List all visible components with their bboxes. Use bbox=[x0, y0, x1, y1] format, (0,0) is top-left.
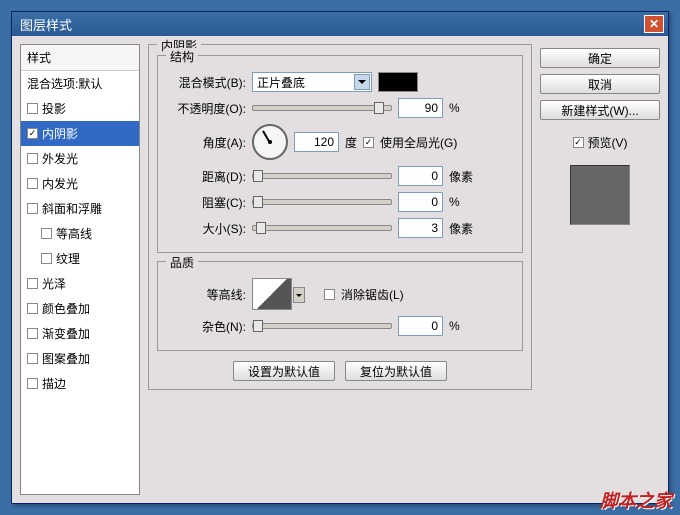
layer-style-dialog: 图层样式 ✕ 样式 混合选项:默认 投影 内阴影 外发光 内发光 斜面和浮雕 等… bbox=[11, 11, 669, 504]
angle-label: 角度(A): bbox=[166, 134, 246, 151]
shadow-color-swatch[interactable] bbox=[378, 72, 418, 92]
distance-slider[interactable] bbox=[252, 173, 392, 179]
checkbox-icon[interactable] bbox=[41, 228, 52, 239]
watermark-text: 脚本之家 bbox=[600, 487, 672, 513]
sidebar-item-inner-glow[interactable]: 内发光 bbox=[21, 171, 139, 196]
reset-default-button[interactable]: 复位为默认值 bbox=[345, 361, 447, 381]
settings-panel: 内阴影 结构 混合模式(B): 正片叠底 不透明度(O): % bbox=[148, 44, 532, 495]
global-light-checkbox[interactable] bbox=[363, 137, 374, 148]
blend-mode-label: 混合模式(B): bbox=[166, 74, 246, 91]
checkbox-icon[interactable] bbox=[27, 328, 38, 339]
choke-slider[interactable] bbox=[252, 199, 392, 205]
checkbox-icon[interactable] bbox=[27, 178, 38, 189]
size-slider[interactable] bbox=[252, 225, 392, 231]
slider-thumb[interactable] bbox=[253, 320, 263, 332]
sidebar-item-pattern-overlay[interactable]: 图案叠加 bbox=[21, 346, 139, 371]
distance-input[interactable] bbox=[398, 166, 443, 186]
noise-unit: % bbox=[449, 319, 460, 333]
checkbox-icon[interactable] bbox=[27, 353, 38, 364]
checkbox-icon[interactable] bbox=[27, 153, 38, 164]
structure-group: 结构 混合模式(B): 正片叠底 不透明度(O): % 角度(A): bbox=[157, 55, 523, 253]
sidebar-item-color-overlay[interactable]: 颜色叠加 bbox=[21, 296, 139, 321]
styles-sidebar: 样式 混合选项:默认 投影 内阴影 外发光 内发光 斜面和浮雕 等高线 纹理 光… bbox=[20, 44, 140, 495]
sidebar-item-outer-glow[interactable]: 外发光 bbox=[21, 146, 139, 171]
new-style-button[interactable]: 新建样式(W)... bbox=[540, 100, 660, 120]
size-label: 大小(S): bbox=[166, 220, 246, 237]
angle-input[interactable] bbox=[294, 132, 339, 152]
noise-input[interactable] bbox=[398, 316, 443, 336]
sidebar-item-gradient-overlay[interactable]: 渐变叠加 bbox=[21, 321, 139, 346]
inner-shadow-group: 内阴影 结构 混合模式(B): 正片叠底 不透明度(O): % bbox=[148, 44, 532, 390]
blend-mode-select[interactable]: 正片叠底 bbox=[252, 72, 372, 92]
make-default-button[interactable]: 设置为默认值 bbox=[233, 361, 335, 381]
quality-group: 品质 等高线: 消除锯齿(L) 杂色(N): % bbox=[157, 261, 523, 351]
preview-swatch bbox=[570, 165, 630, 225]
preview-label: 预览(V) bbox=[588, 134, 628, 151]
sidebar-item-satin[interactable]: 光泽 bbox=[21, 271, 139, 296]
sidebar-item-inner-shadow[interactable]: 内阴影 bbox=[21, 121, 139, 146]
checkbox-icon[interactable] bbox=[27, 278, 38, 289]
distance-label: 距离(D): bbox=[166, 168, 246, 185]
sidebar-item-bevel[interactable]: 斜面和浮雕 bbox=[21, 196, 139, 221]
checkbox-icon[interactable] bbox=[27, 103, 38, 114]
preview-checkbox[interactable] bbox=[573, 137, 584, 148]
chevron-down-icon bbox=[354, 74, 370, 90]
ok-button[interactable]: 确定 bbox=[540, 48, 660, 68]
checkbox-icon[interactable] bbox=[27, 203, 38, 214]
contour-picker[interactable] bbox=[252, 278, 292, 310]
angle-dial[interactable] bbox=[252, 124, 288, 160]
structure-legend: 结构 bbox=[166, 48, 198, 65]
noise-slider[interactable] bbox=[252, 323, 392, 329]
size-unit: 像素 bbox=[449, 220, 473, 237]
opacity-label: 不透明度(O): bbox=[166, 100, 246, 117]
sidebar-item-stroke[interactable]: 描边 bbox=[21, 371, 139, 396]
blend-options-item[interactable]: 混合选项:默认 bbox=[21, 71, 139, 96]
sidebar-header: 样式 bbox=[21, 45, 139, 71]
size-input[interactable] bbox=[398, 218, 443, 238]
distance-unit: 像素 bbox=[449, 168, 473, 185]
checkbox-icon[interactable] bbox=[27, 378, 38, 389]
slider-thumb[interactable] bbox=[253, 196, 263, 208]
antialias-checkbox[interactable] bbox=[324, 289, 335, 300]
slider-thumb[interactable] bbox=[256, 222, 266, 234]
noise-label: 杂色(N): bbox=[166, 318, 246, 335]
quality-legend: 品质 bbox=[166, 254, 198, 271]
close-button[interactable]: ✕ bbox=[644, 15, 664, 33]
antialias-label: 消除锯齿(L) bbox=[341, 286, 404, 303]
titlebar: 图层样式 ✕ bbox=[12, 12, 668, 36]
contour-label: 等高线: bbox=[166, 286, 246, 303]
chevron-down-icon[interactable] bbox=[293, 287, 305, 303]
checkbox-icon[interactable] bbox=[41, 253, 52, 264]
opacity-unit: % bbox=[449, 101, 460, 115]
choke-label: 阻塞(C): bbox=[166, 194, 246, 211]
checkbox-icon[interactable] bbox=[27, 303, 38, 314]
sidebar-item-texture[interactable]: 纹理 bbox=[21, 246, 139, 271]
opacity-slider[interactable] bbox=[252, 105, 392, 111]
slider-thumb[interactable] bbox=[374, 102, 384, 114]
cancel-button[interactable]: 取消 bbox=[540, 74, 660, 94]
choke-unit: % bbox=[449, 195, 460, 209]
global-light-label: 使用全局光(G) bbox=[380, 134, 457, 151]
dialog-title: 图层样式 bbox=[16, 15, 644, 34]
sidebar-item-contour[interactable]: 等高线 bbox=[21, 221, 139, 246]
action-panel: 确定 取消 新建样式(W)... 预览(V) bbox=[540, 44, 660, 495]
checkbox-icon[interactable] bbox=[27, 128, 38, 139]
choke-input[interactable] bbox=[398, 192, 443, 212]
opacity-input[interactable] bbox=[398, 98, 443, 118]
sidebar-item-drop-shadow[interactable]: 投影 bbox=[21, 96, 139, 121]
angle-unit: 度 bbox=[345, 134, 357, 151]
slider-thumb[interactable] bbox=[253, 170, 263, 182]
